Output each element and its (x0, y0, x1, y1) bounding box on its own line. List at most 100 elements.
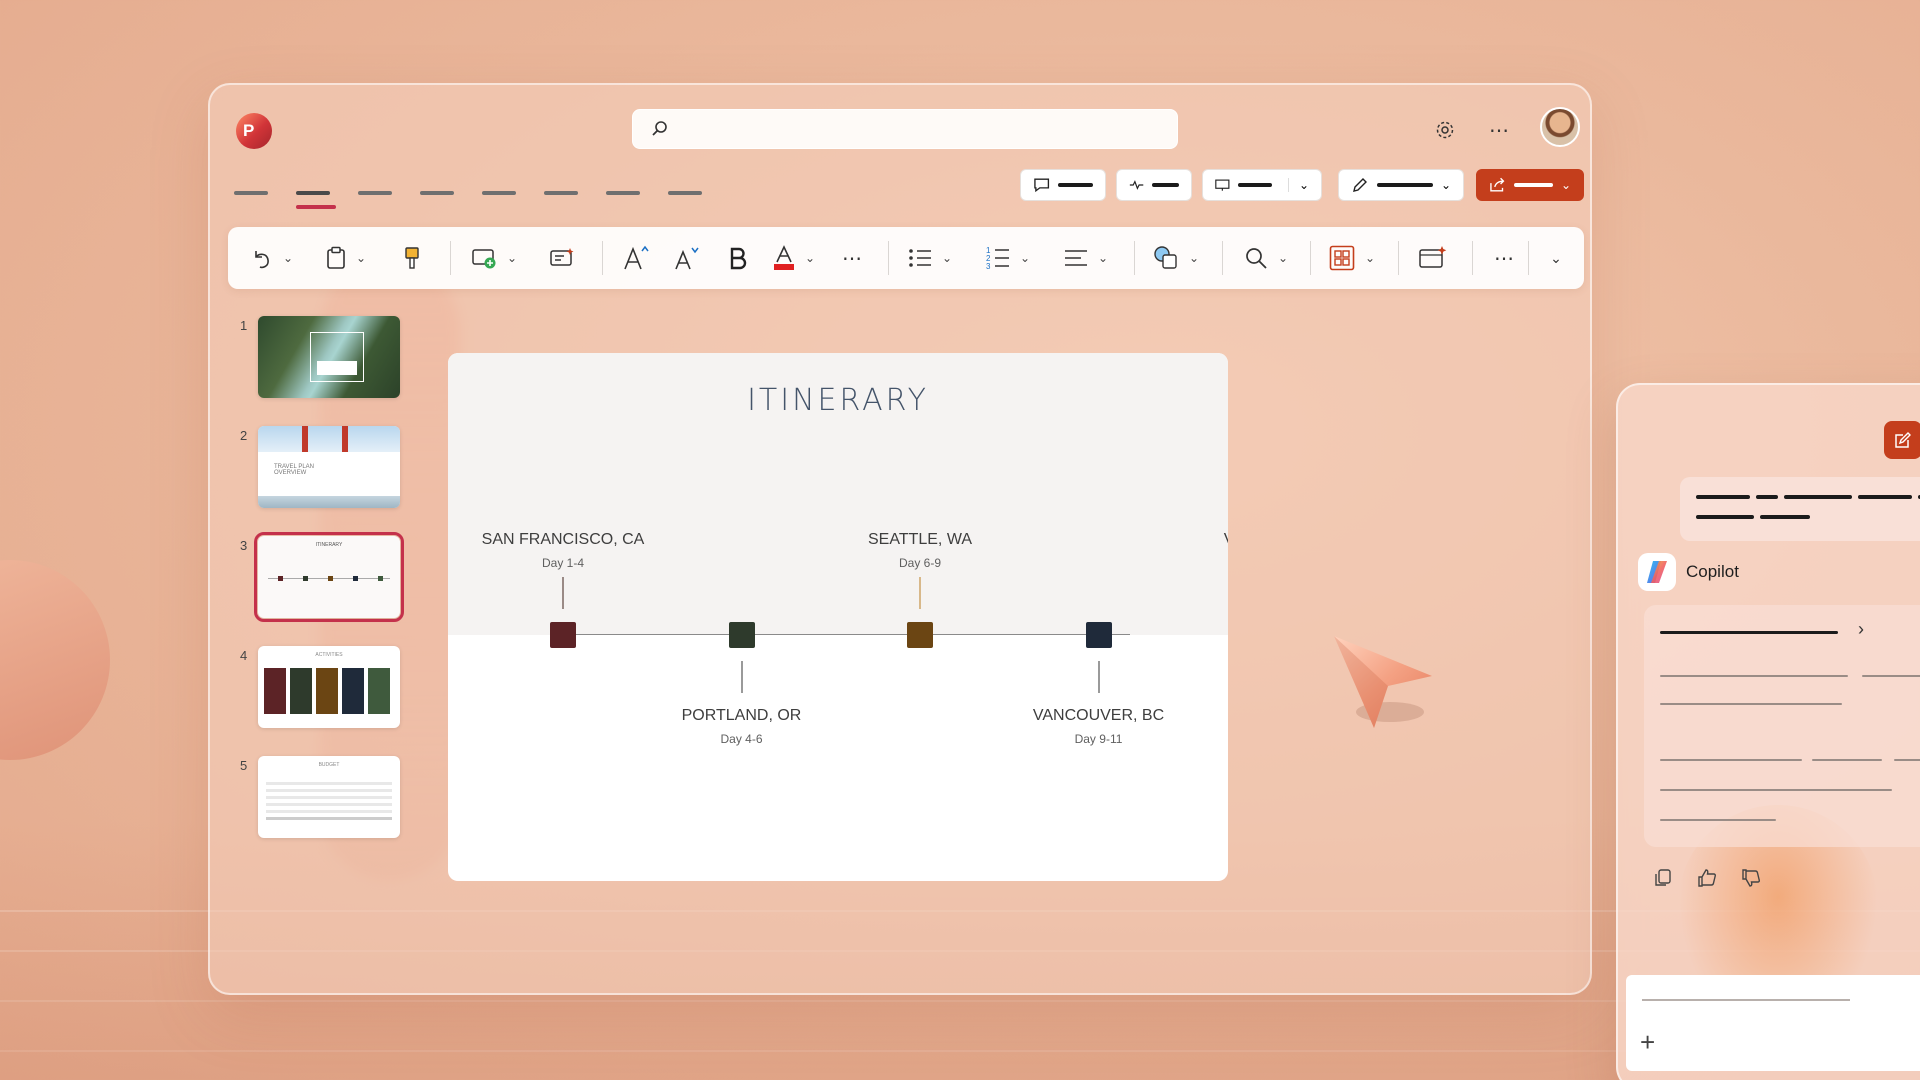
bold-button[interactable] (718, 227, 758, 289)
tab-label-placeholder (234, 191, 268, 195)
chevron-down-icon[interactable]: ⌄ (1020, 251, 1030, 265)
chevron-down-icon[interactable]: ⌄ (805, 251, 815, 265)
thumbs-up-icon[interactable] (1696, 867, 1718, 889)
chevron-down-icon[interactable]: ⌄ (1098, 251, 1108, 265)
text-placeholder (1696, 515, 1754, 519)
paste-button[interactable]: ⌄ (316, 227, 376, 289)
timeline-days[interactable]: Day 11-14 (1167, 556, 1228, 570)
slide-thumbnail-5[interactable]: BUDGET (258, 756, 400, 838)
timeline-days[interactable]: Day 9-11 (989, 732, 1209, 746)
font-color-button[interactable]: ⌄ (764, 227, 824, 289)
chevron-down-icon[interactable]: ⌄ (1278, 251, 1288, 265)
more-options-icon[interactable]: ⋯ (1484, 115, 1514, 145)
timeline-city[interactable]: VICTORIA, BC (1167, 531, 1228, 549)
slide-number: 3 (240, 538, 248, 553)
shapes-button[interactable]: ⌄ (1146, 227, 1206, 289)
thumbnail-table-row (266, 817, 392, 820)
search-box[interactable] (632, 109, 1178, 149)
increase-font-size-button[interactable] (614, 227, 660, 289)
slide-thumbnail-4[interactable]: ACTIVITIES (258, 646, 400, 728)
response-heading-placeholder[interactable] (1660, 631, 1838, 634)
new-slide-button[interactable]: ⌄ (464, 227, 524, 289)
tab-5[interactable] (482, 179, 544, 209)
chevron-down-icon[interactable]: ⌄ (1189, 251, 1199, 265)
copilot-chat-input[interactable]: + (1626, 975, 1920, 1071)
text-placeholder (1660, 789, 1892, 791)
find-button[interactable]: ⌄ (1236, 227, 1296, 289)
chevron-down-icon[interactable]: ⌄ (1365, 251, 1375, 265)
chevron-right-icon[interactable]: › (1858, 619, 1864, 640)
new-chat-button[interactable] (1884, 421, 1920, 459)
copilot-name: Copilot (1686, 562, 1739, 581)
timeline-city[interactable]: SEATTLE, WA (810, 531, 1030, 549)
timeline-marker[interactable] (1085, 622, 1112, 648)
slide-thumbnail-3-selected[interactable]: ITINERARY (254, 532, 404, 622)
chevron-down-icon[interactable]: ⌄ (356, 251, 366, 265)
editing-mode-button[interactable]: ⌄ (1338, 169, 1464, 201)
slide-thumbnail-1[interactable] (258, 316, 400, 398)
decrease-font-size-button[interactable] (664, 227, 710, 289)
timeline-marker[interactable] (907, 622, 933, 648)
add-attachment-plus-icon[interactable]: + (1640, 1027, 1655, 1058)
timeline-days[interactable]: Day 1-4 (453, 556, 673, 570)
settings-gear-icon[interactable] (1430, 115, 1460, 145)
share-button[interactable]: ⌄ (1476, 169, 1584, 201)
shapes-icon (1154, 246, 1177, 269)
background-sun (0, 560, 110, 760)
align-button[interactable]: ⌄ (1056, 227, 1116, 289)
timeline-line (560, 634, 1130, 635)
add-ins-button[interactable]: ⌄ (1322, 227, 1382, 289)
timeline-city[interactable]: SAN FRANCISCO, CA (453, 531, 673, 549)
thumbnail-title: ACTIVITIES (315, 652, 343, 658)
slide-title[interactable]: ITINERARY (448, 383, 1228, 418)
format-painter-button[interactable] (394, 227, 430, 289)
slide-thumbnail-2[interactable]: TRAVEL PLAN OVERVIEW (258, 426, 400, 508)
tab-1[interactable] (234, 179, 296, 209)
tab-6[interactable] (544, 179, 606, 209)
powerpoint-logo-icon[interactable]: P (236, 113, 272, 149)
ribbon-separator (1398, 241, 1399, 275)
chevron-down-icon[interactable]: ⌄ (283, 251, 293, 265)
more-font-options-button[interactable]: ⋯ (832, 227, 872, 289)
thumbnail-marker (303, 576, 308, 581)
tab-7[interactable] (606, 179, 668, 209)
timeline-days[interactable]: Day 4-6 (632, 732, 852, 746)
chevron-down-icon[interactable]: ⌄ (507, 251, 517, 265)
present-button[interactable]: ⌄ (1202, 169, 1322, 201)
sparkle-slide-icon (1419, 246, 1447, 268)
search-input[interactable] (677, 116, 1157, 144)
tab-3[interactable] (358, 179, 420, 209)
timeline-marker[interactable] (550, 622, 576, 648)
clipboard-icon (327, 246, 345, 269)
tab-4[interactable] (420, 179, 482, 209)
timeline-days[interactable]: Day 6-9 (810, 556, 1030, 570)
search-icon (651, 120, 669, 143)
timeline-city[interactable]: PORTLAND, OR (632, 707, 852, 725)
slide-canvas[interactable]: ITINERARY SAN FRANCISCO, CA Day 1-4 PORTLA… (448, 353, 1228, 881)
chevron-down-icon[interactable]: ⌄ (942, 251, 952, 265)
tab-label-placeholder (358, 191, 392, 195)
copilot-designer-button[interactable] (1408, 227, 1458, 289)
bridge-tower (302, 426, 308, 452)
slide-number: 1 (240, 318, 248, 333)
timeline-city[interactable]: VANCOUVER, BC (989, 707, 1209, 725)
apps-grid-icon (1329, 245, 1355, 271)
user-avatar[interactable] (1540, 107, 1580, 147)
thumbs-down-icon[interactable] (1740, 867, 1762, 889)
chevron-down-icon[interactable]: ⌄ (1287, 178, 1309, 192)
expand-ribbon-chevron-icon[interactable]: ⌄ (1538, 227, 1574, 289)
designer-button[interactable] (542, 227, 582, 289)
tab-8[interactable] (668, 179, 730, 209)
user-prompt-bubble (1680, 477, 1920, 541)
bullets-button[interactable]: ⌄ (900, 227, 960, 289)
undo-button[interactable]: ⌄ (242, 227, 302, 289)
comments-button[interactable] (1020, 169, 1106, 201)
catch-up-button[interactable] (1116, 169, 1192, 201)
tab-2-active[interactable] (296, 179, 358, 209)
present-icon (1215, 179, 1230, 191)
timeline-marker[interactable] (728, 622, 755, 648)
numbering-button[interactable]: 1 2 3 ⌄ (978, 227, 1038, 289)
copy-icon[interactable] (1652, 867, 1674, 889)
thumbnail-marker (278, 576, 283, 581)
more-commands-button[interactable]: ⋯ (1484, 227, 1524, 289)
